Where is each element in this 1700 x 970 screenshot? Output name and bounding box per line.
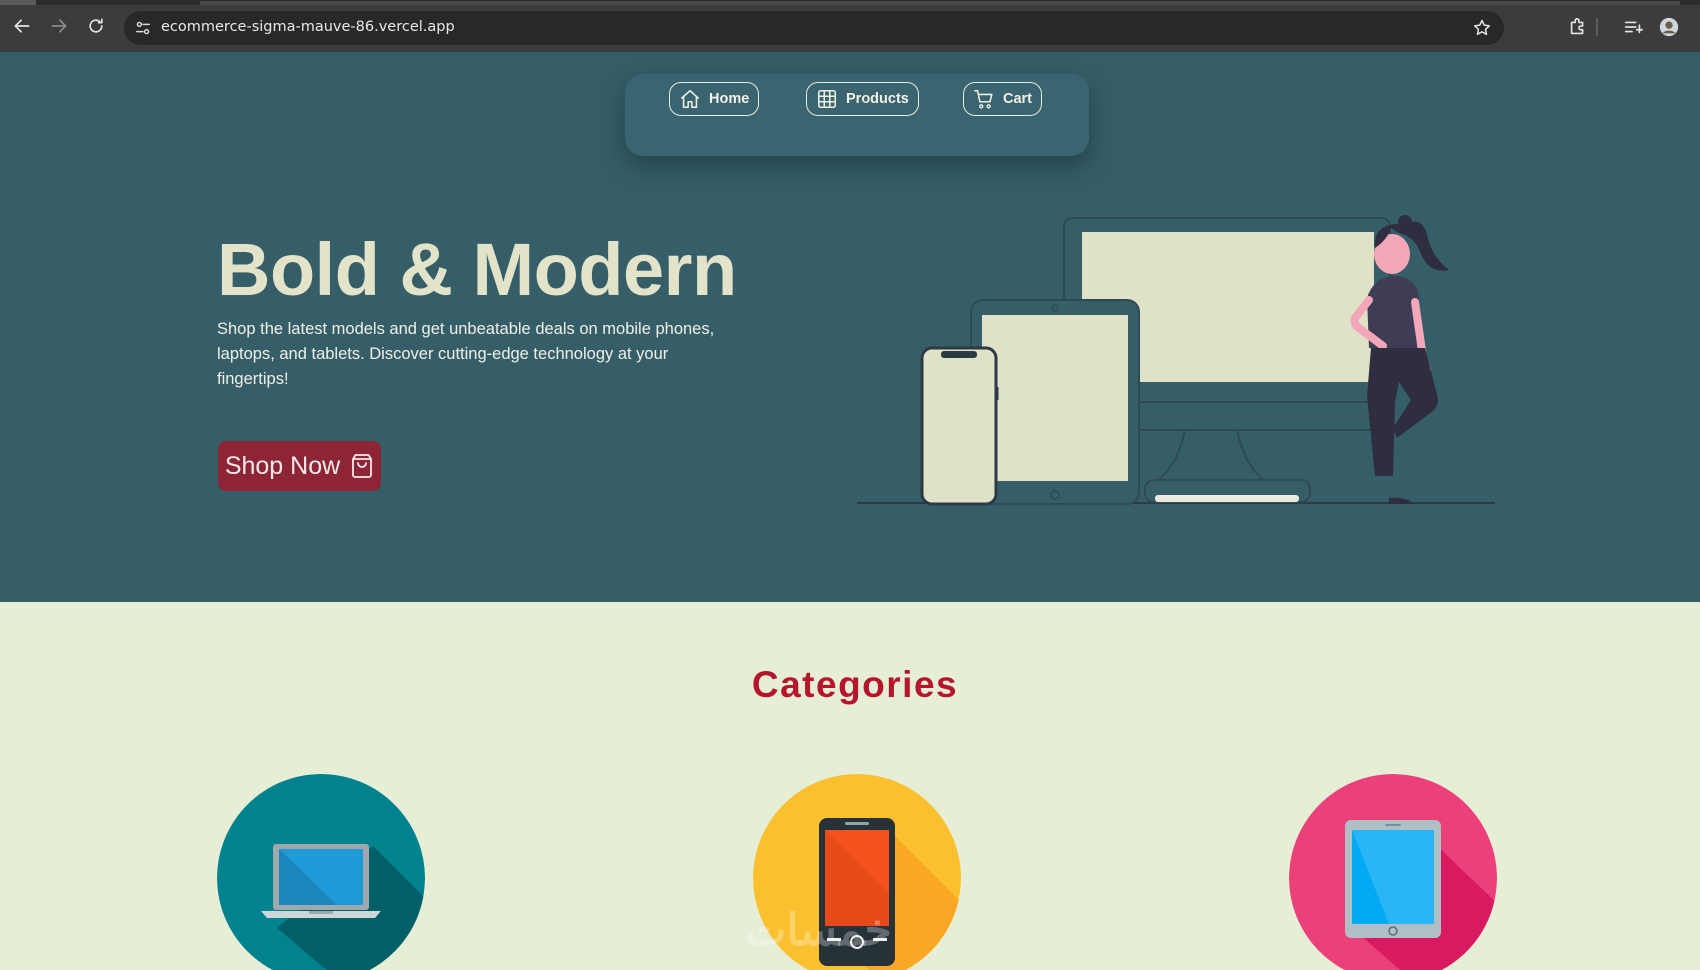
category-tablets[interactable] xyxy=(1289,774,1497,970)
browser-toolbar: ecommerce-sigma-mauve-86.vercel.app xyxy=(0,0,1700,52)
extensions-icon[interactable] xyxy=(1567,16,1589,38)
site-info-icon[interactable] xyxy=(134,19,152,37)
hero-description: Shop the latest models and get unbeatabl… xyxy=(217,320,715,388)
shop-now-button[interactable]: Shop Now xyxy=(218,441,381,491)
tablet-icon xyxy=(1289,774,1497,970)
profile-icon[interactable] xyxy=(1658,16,1680,38)
grid-icon xyxy=(817,89,837,109)
laptop-icon xyxy=(217,774,425,970)
forward-icon[interactable] xyxy=(48,15,70,37)
bookmark-star-icon[interactable] xyxy=(1472,18,1492,38)
reload-icon[interactable] xyxy=(85,15,107,37)
cart-icon xyxy=(974,89,993,109)
devices-illustration xyxy=(857,215,1495,506)
hero-title: Bold & Modern xyxy=(217,228,737,311)
watermark: خمسات xyxy=(745,906,892,955)
nav-products-button[interactable]: Products xyxy=(806,82,919,116)
nav-cart-button[interactable]: Cart xyxy=(963,82,1043,116)
back-icon[interactable] xyxy=(11,15,33,37)
home-icon xyxy=(680,89,700,109)
tab-strip xyxy=(0,0,1700,5)
reading-list-icon[interactable] xyxy=(1622,16,1644,38)
nav-products-label: Products xyxy=(846,91,909,107)
shopping-bag-icon xyxy=(352,454,373,478)
shop-now-label: Shop Now xyxy=(224,451,341,480)
address-bar[interactable]: ecommerce-sigma-mauve-86.vercel.app xyxy=(124,11,1504,45)
url-text[interactable]: ecommerce-sigma-mauve-86.vercel.app xyxy=(161,19,455,35)
nav-home-button[interactable]: Home xyxy=(669,82,760,116)
toolbar-divider xyxy=(1596,18,1598,36)
nav-cart-label: Cart xyxy=(1003,91,1033,107)
main-navbar: Home Products Cart xyxy=(625,74,1089,156)
categories-heading: Categories xyxy=(751,664,959,705)
nav-home-label: Home xyxy=(709,91,750,107)
hero-section: Home Products Cart Bold & Modern Shop th… xyxy=(0,52,1700,602)
category-laptops[interactable] xyxy=(217,774,425,970)
